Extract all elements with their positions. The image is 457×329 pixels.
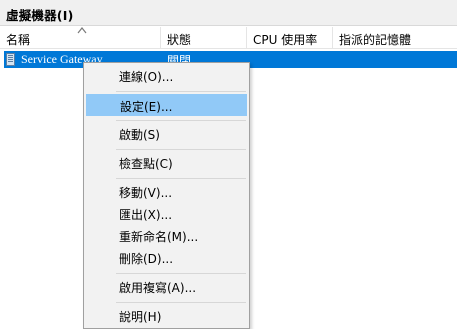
menu-separator	[116, 273, 246, 274]
menu-separator	[116, 91, 246, 92]
column-header-assigned-memory[interactable]: 指派的記憶體	[333, 27, 457, 48]
menu-item-enable-replication[interactable]: 啟用複寫(A)...	[86, 276, 247, 298]
section-title: 虛擬機器(I)	[6, 8, 74, 23]
context-menu: 連線(O)... 設定(E)... 啟動(S) 檢查點(C) 移動(V)... …	[83, 62, 250, 329]
menu-item-label: 啟用複寫(A)...	[119, 281, 197, 295]
column-header-state-label: 狀態	[167, 33, 192, 47]
menu-item-label: 重新命名(M)...	[119, 230, 199, 244]
menu-item-move[interactable]: 移動(V)...	[86, 181, 247, 203]
column-header-assigned-memory-label: 指派的記憶體	[339, 33, 412, 47]
menu-item-delete[interactable]: 刪除(D)...	[86, 247, 247, 269]
menu-item-help[interactable]: 說明(H)	[86, 305, 247, 327]
menu-item-label: 說明(H)	[119, 310, 162, 324]
menu-separator	[116, 149, 246, 150]
menu-item-label: 檢查點(C)	[119, 157, 173, 171]
menu-item-label: 啟動(S)	[119, 128, 160, 142]
virtual-machines-section-header: 虛擬機器(I)	[0, 0, 457, 26]
column-header-state[interactable]: 狀態	[161, 27, 247, 48]
menu-item-rename[interactable]: 重新命名(M)...	[86, 225, 247, 247]
vm-icon	[6, 53, 15, 66]
menu-item-label: 設定(E)...	[120, 100, 173, 114]
menu-item-label: 匯出(X)...	[119, 208, 173, 222]
menu-item-label: 移動(V)...	[119, 186, 173, 200]
menu-separator	[116, 120, 246, 121]
hyperv-manager-pane: 虛擬機器(I) 名稱 狀態 CPU 使用率 指派的記憶體 Service Gat…	[0, 0, 457, 329]
menu-separator	[116, 302, 246, 303]
menu-item-checkpoint[interactable]: 檢查點(C)	[86, 152, 247, 174]
menu-item-connect[interactable]: 連線(O)...	[86, 65, 247, 87]
sort-ascending-icon	[77, 27, 87, 34]
menu-item-export[interactable]: 匯出(X)...	[86, 203, 247, 225]
menu-separator	[116, 178, 246, 179]
column-header-row: 名稱 狀態 CPU 使用率 指派的記憶體	[0, 27, 457, 49]
column-header-cpu-usage-label: CPU 使用率	[253, 33, 318, 47]
menu-item-settings[interactable]: 設定(E)...	[86, 94, 247, 116]
menu-item-start[interactable]: 啟動(S)	[86, 123, 247, 145]
menu-item-label: 刪除(D)...	[119, 252, 174, 266]
column-header-name[interactable]: 名稱	[0, 27, 161, 48]
column-header-cpu-usage[interactable]: CPU 使用率	[247, 27, 333, 48]
column-header-name-label: 名稱	[6, 33, 31, 47]
menu-item-label: 連線(O)...	[119, 70, 174, 84]
